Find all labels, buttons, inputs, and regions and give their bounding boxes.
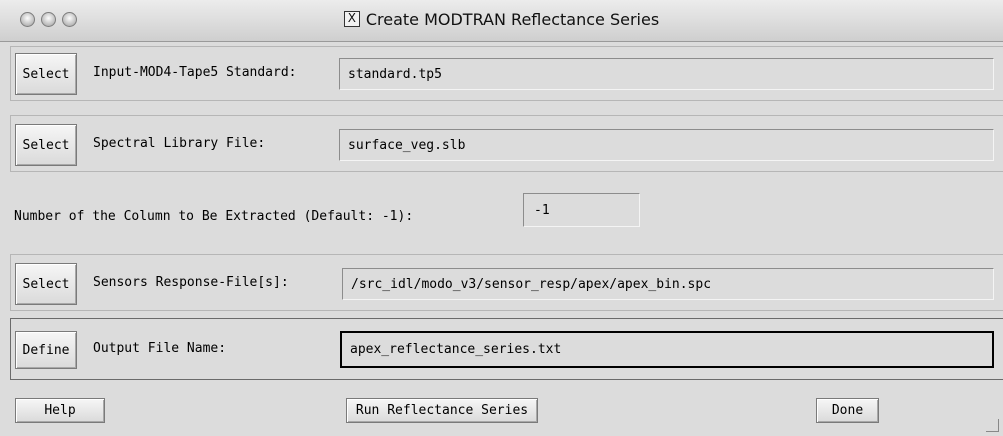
output-file-label: Output File Name: — [93, 341, 227, 356]
title-bar: X Create MODTRAN Reflectance Series — [0, 0, 1003, 42]
select-tape5-button[interactable]: Select — [15, 53, 77, 95]
sensor-response-row: Select Sensors Response-File[s]: — [10, 254, 1003, 311]
spectral-library-row: Select Spectral Library File: — [10, 115, 1003, 172]
dialog-body: Select Input-MOD4-Tape5 Standard: Select… — [10, 42, 1003, 436]
window-title: Create MODTRAN Reflectance Series — [365, 10, 660, 29]
output-file-input[interactable] — [340, 331, 994, 368]
select-spectral-library-button[interactable]: Select — [15, 124, 77, 166]
tape5-input[interactable] — [339, 58, 994, 90]
window-title-wrap: X Create MODTRAN Reflectance Series — [0, 10, 1003, 29]
column-extract-input[interactable] — [523, 193, 640, 227]
help-button[interactable]: Help — [15, 398, 105, 423]
run-reflectance-series-button[interactable]: Run Reflectance Series — [346, 398, 538, 423]
output-file-row: Define Output File Name: — [10, 318, 1003, 380]
resize-grip-icon[interactable] — [986, 419, 999, 432]
sensor-response-input[interactable] — [342, 268, 994, 300]
column-extract-label: Number of the Column to Be Extracted (De… — [14, 209, 414, 224]
tape5-row: Select Input-MOD4-Tape5 Standard: — [10, 46, 1003, 101]
done-button[interactable]: Done — [816, 398, 879, 423]
select-sensor-response-button[interactable]: Select — [15, 263, 77, 305]
define-output-file-button[interactable]: Define — [15, 331, 77, 369]
x11-icon: X — [343, 10, 360, 27]
spectral-library-input[interactable] — [339, 129, 994, 161]
spectral-library-label: Spectral Library File: — [93, 136, 266, 151]
tape5-label: Input-MOD4-Tape5 Standard: — [93, 65, 297, 80]
sensor-response-label: Sensors Response-File[s]: — [93, 275, 289, 290]
